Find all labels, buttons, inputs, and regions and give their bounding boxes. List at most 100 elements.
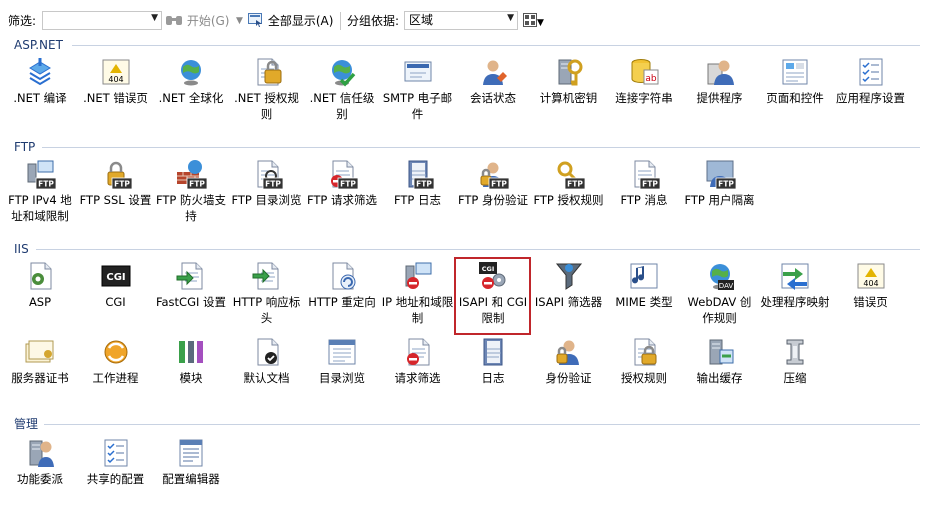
binoculars-icon	[166, 16, 182, 25]
group-by-label: 分组依据:	[347, 14, 400, 28]
feature-label: 错误页	[853, 295, 888, 309]
feature-item[interactable]: FTP FTP 用户隔离	[682, 158, 758, 208]
feature-item[interactable]: 请求筛选	[380, 336, 456, 386]
feature-label: 计算机密钥	[539, 91, 598, 105]
feature-item[interactable]: ASP	[2, 260, 78, 310]
feature-label: 应用程序设置	[836, 91, 905, 105]
feature-item[interactable]: 压缩	[757, 336, 833, 386]
svg-text:CGI: CGI	[106, 272, 125, 283]
feature-item[interactable]: 身份验证	[531, 336, 607, 386]
feature-item[interactable]: 工作进程	[78, 336, 154, 386]
feature-item[interactable]: 应用程序设置	[833, 56, 909, 106]
feature-item[interactable]: .NET 全球化	[153, 56, 229, 106]
feature-item[interactable]: DAV WebDAV 创作规则	[682, 260, 758, 326]
view-mode-button[interactable]: ▼	[523, 12, 544, 30]
show-all-label: 全部显示(A)	[267, 14, 334, 28]
auth-rules-icon	[251, 56, 283, 88]
feature-item[interactable]: FastCGI 设置	[153, 260, 229, 310]
feature-label: CGI	[105, 295, 126, 309]
feature-item[interactable]: ISAPI 筛选器	[531, 260, 607, 310]
feature-item[interactable]: 配置编辑器	[153, 437, 229, 487]
ftp-user-isolation-icon: FTP	[704, 158, 736, 190]
feature-item[interactable]: ab 连接字符串	[606, 56, 682, 106]
feature-item[interactable]: .NET 编译	[2, 56, 78, 106]
show-all-button[interactable]: 全部显示(A)	[248, 12, 333, 30]
feature-label: SMTP 电子邮件	[382, 91, 453, 121]
feature-label: 请求筛选	[394, 371, 441, 385]
section-divider	[42, 147, 920, 148]
feature-item[interactable]: IP 地址和域限制	[380, 260, 456, 326]
feature-item[interactable]: 服务器证书	[2, 336, 78, 386]
feature-label: WebDAV 创作规则	[687, 295, 752, 325]
feature-item[interactable]: 404 错误页	[833, 260, 909, 310]
ftp-log-icon: FTP	[402, 158, 434, 190]
feature-item[interactable]: 共享的配置	[78, 437, 154, 487]
fastcgi-icon	[175, 260, 207, 292]
feature-item[interactable]: 日志	[455, 336, 531, 386]
feature-item[interactable]: CGI CGI	[78, 260, 154, 310]
feature-item[interactable]: 处理程序映射	[757, 260, 833, 310]
feature-item[interactable]: 目录浏览	[304, 336, 380, 386]
feature-item[interactable]: HTTP 响应标头	[229, 260, 305, 326]
feature-item[interactable]: FTP FTP SSL 设置	[78, 158, 154, 208]
icon-badge-text: FTP	[114, 180, 130, 189]
feature-item[interactable]: FTP FTP 防火墙支持	[153, 158, 229, 224]
ftp-messages-icon: FTP	[628, 158, 660, 190]
feature-item[interactable]: 默认文档	[229, 336, 305, 386]
view-grid-icon	[523, 13, 537, 27]
feature-label: FTP 目录浏览	[231, 193, 302, 207]
feature-item[interactable]: FTP FTP 授权规则	[531, 158, 607, 208]
feature-item[interactable]: HTTP 重定向	[304, 260, 380, 310]
filter-combobox[interactable]: ▼	[42, 11, 162, 30]
feature-item[interactable]: 提供程序	[682, 56, 758, 106]
chevron-down-icon[interactable]: ▼	[507, 13, 514, 23]
icon-badge-text: FTP	[416, 180, 432, 189]
feature-item[interactable]: 功能委派	[2, 437, 78, 487]
session-state-icon	[477, 56, 509, 88]
feature-item[interactable]: FTP FTP IPv4 地址和域限制	[2, 158, 78, 224]
modules-icon	[175, 336, 207, 368]
feature-item[interactable]: FTP FTP 请求筛选	[304, 158, 380, 208]
toolbar: 筛选: ▼ 开始(G) ▼ 全部显示(A) 分组依据: 区域 ▼ ▼	[0, 0, 926, 40]
feature-label: 压缩	[783, 371, 807, 385]
feature-item[interactable]: 输出缓存	[682, 336, 758, 386]
feature-label: 默认文档	[243, 371, 290, 385]
feature-item[interactable]: 会话状态	[455, 56, 531, 106]
request-filtering-icon	[402, 336, 434, 368]
authentication-icon	[553, 336, 585, 368]
section-title: ASP.NET	[14, 38, 63, 52]
ftp-ip-icon: FTP	[24, 158, 56, 190]
feature-item[interactable]: 计算机密钥	[531, 56, 607, 106]
feature-item[interactable]: FTP FTP 日志	[380, 158, 456, 208]
feature-label: 处理程序映射	[760, 295, 830, 309]
feature-item[interactable]: FTP FTP 身份验证	[455, 158, 531, 208]
globe-icon	[175, 56, 207, 88]
show-all-icon	[248, 13, 262, 27]
webdav-icon: DAV	[704, 260, 736, 292]
mime-types-icon	[628, 260, 660, 292]
feature-item[interactable]: 授权规则	[606, 336, 682, 386]
feature-item[interactable]: FTP FTP 消息	[606, 158, 682, 208]
chevron-down-icon[interactable]: ▼	[151, 13, 158, 23]
feature-label: FTP 日志	[393, 193, 442, 207]
feature-item[interactable]: .NET 授权规则	[229, 56, 305, 122]
feature-item[interactable]: FTP FTP 目录浏览	[229, 158, 305, 208]
icon-badge-text: FTP	[189, 180, 205, 189]
feature-item[interactable]: 404 .NET 错误页	[78, 56, 154, 106]
group-by-combobox[interactable]: 区域 ▼	[404, 11, 518, 30]
section-title: IIS	[14, 242, 29, 256]
app-settings-icon	[855, 56, 887, 88]
feature-item[interactable]: .NET 信任级别	[304, 56, 380, 122]
start-dropdown-arrow[interactable]: ▼	[236, 12, 243, 30]
feature-label: FTP 请求筛选	[306, 193, 378, 207]
feature-item[interactable]: SMTP 电子邮件	[380, 56, 456, 122]
feature-label: FTP 身份验证	[457, 193, 529, 207]
feature-item[interactable]: 模块	[153, 336, 229, 386]
feature-label: .NET 信任级别	[309, 91, 375, 121]
ftp-request-filter-icon: FTP	[326, 158, 358, 190]
icon-badge-text: FTP	[642, 180, 658, 189]
feature-item[interactable]: MIME 类型	[606, 260, 682, 310]
feature-label: 服务器证书	[11, 371, 69, 385]
feature-item[interactable]: 页面和控件	[757, 56, 833, 106]
start-button[interactable]: 开始(G)	[165, 12, 230, 30]
